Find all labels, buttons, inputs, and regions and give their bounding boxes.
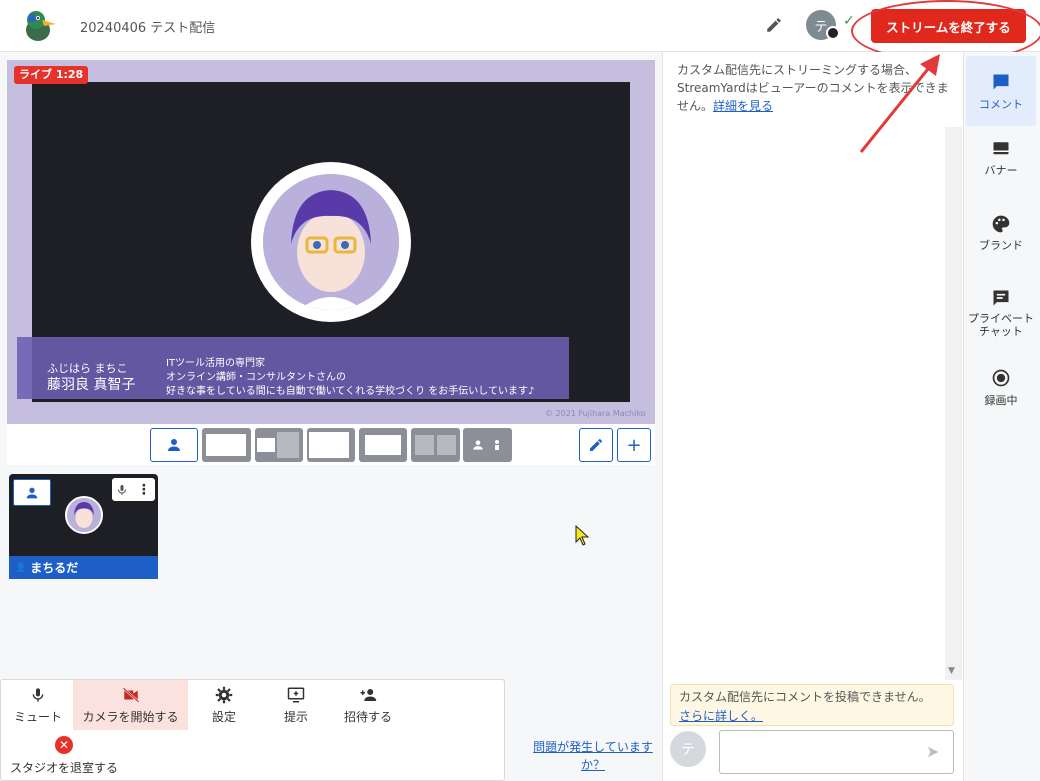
comments-scrollbar[interactable] (945, 127, 962, 680)
nav-brand-label: ブランド (979, 239, 1023, 252)
person-icon (26, 487, 38, 498)
participant-name: まちるだ (30, 561, 79, 575)
lower-third-line2: オンライン講師・コンサルタントさんの (166, 372, 346, 383)
streamyard-logo[interactable] (20, 8, 60, 44)
add-layout-button[interactable]: + (617, 428, 651, 462)
gear-icon (215, 686, 233, 703)
microphone-icon (32, 687, 44, 702)
invite-label: 招待する (343, 709, 392, 724)
person-icon (168, 439, 180, 451)
mouse-cursor (575, 524, 591, 551)
nav-recording[interactable]: 録画中 (966, 368, 1036, 418)
mute-label: ミュート (13, 709, 62, 724)
add-person-icon (360, 688, 377, 701)
layout-screen-share[interactable] (307, 428, 355, 462)
pencil-icon (590, 438, 603, 451)
edit-title-icon[interactable] (765, 16, 783, 38)
edit-layout-button[interactable] (579, 428, 613, 462)
presenter-avatar (263, 174, 399, 310)
chat-user-avatar: テ (670, 731, 706, 767)
nav-brand[interactable]: ブランド (966, 214, 1036, 264)
nav-comments-label: コメント (979, 97, 1023, 111)
present-screen-icon (287, 687, 305, 702)
present-button[interactable]: 提示 (262, 680, 330, 730)
comments-notice: カスタム配信先にストリーミングする場合、StreamYardはビューアーのコメン… (677, 61, 949, 115)
leave-studio-button[interactable]: スタジオを退室する (10, 759, 118, 776)
start-camera-button[interactable]: カメラを開始する (73, 680, 188, 730)
microphone-icon[interactable] (116, 483, 128, 497)
mute-button[interactable]: ミュート (3, 680, 73, 730)
layout-solo[interactable] (150, 428, 198, 462)
leave-studio-icon[interactable]: ✕ (55, 736, 73, 754)
invite-button[interactable]: 招待する (334, 680, 402, 730)
nav-private-chat[interactable]: プライベートチャット (966, 288, 1036, 348)
nav-private-chat-label: プライベートチャット (968, 312, 1034, 338)
camera-label: カメラを開始する (82, 709, 179, 724)
present-label: 提示 (283, 709, 308, 724)
scroll-down-arrow-icon[interactable]: ▼ (948, 666, 955, 676)
settings-button[interactable]: 設定 (190, 680, 258, 730)
settings-label: 設定 (211, 709, 236, 724)
nav-recording-label: 録画中 (984, 394, 1018, 407)
learn-more-link[interactable]: 詳細を見る (713, 99, 773, 113)
broadcast-title: 20240406 テスト配信 (80, 21, 216, 36)
comment-input[interactable] (719, 730, 954, 774)
lower-third-name: 藤羽良 真智子 (47, 377, 136, 393)
live-timer-badge: ライブ 1:28 (14, 66, 89, 84)
participant-avatar (65, 496, 103, 534)
chat-icon (993, 290, 1009, 306)
more-options-icon[interactable]: ⋮ (137, 482, 151, 498)
learn-more-detail-link[interactable]: さらに詳しく。 (679, 707, 763, 724)
record-icon (992, 369, 1010, 387)
report-problem-link[interactable]: 問題が発生していますか？ (527, 738, 659, 774)
comment-warning-text: カスタム配信先にコメントを投稿できません。 (679, 690, 931, 704)
camera-off-icon (122, 686, 139, 703)
person-icon: 👤 (15, 562, 27, 573)
add-to-stage-button[interactable] (13, 479, 51, 506)
layout-fullscreen[interactable] (202, 428, 251, 462)
layout-side-by-side[interactable] (411, 428, 460, 462)
nav-comments[interactable]: コメント (966, 56, 1036, 126)
lower-third-line3: 好きな事をしている間にも自動で働いてくれる学校づくり をお手伝いしています♪ (166, 386, 535, 397)
nav-banner[interactable]: バナー (966, 140, 1036, 190)
nav-banner-label: バナー (984, 164, 1018, 177)
participant-controls: ⋮ (112, 478, 155, 501)
palette-icon (992, 215, 1010, 233)
copyright-watermark: © 2021 Fujihara Machiko (545, 409, 646, 418)
banner-icon (993, 142, 1009, 155)
layout-wide[interactable] (359, 428, 407, 462)
comments-panel (662, 52, 963, 781)
participant-name-bar: 👤 まちるだ (9, 556, 158, 579)
avatar-status-badge (826, 26, 840, 40)
lower-third-line1: ITツール活用の専門家 (166, 358, 266, 369)
layout-pip[interactable] (255, 428, 303, 462)
comment-icon (993, 74, 1009, 89)
layout-group[interactable] (463, 428, 512, 462)
send-icon[interactable]: ➤ (926, 742, 939, 761)
